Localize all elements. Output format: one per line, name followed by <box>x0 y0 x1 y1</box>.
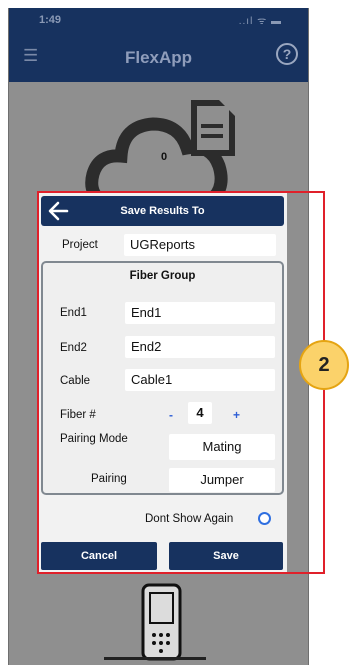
signal-wifi-battery-icon: ..ıl ᯤ ▬ <box>238 16 282 27</box>
status-time: 1:49 <box>39 14 62 26</box>
app-bar: ☰ FlexApp ? <box>9 32 308 82</box>
help-icon[interactable]: ? <box>276 43 298 65</box>
device-icon <box>139 583 184 661</box>
annotation-highlight-box <box>37 191 325 574</box>
app-title: FlexApp <box>124 48 193 67</box>
status-bar: 1:49 ..ıl ᯤ ▬ <box>9 8 308 32</box>
pending-count: 0 <box>160 151 168 163</box>
home-indicator <box>104 657 206 660</box>
annotation-step-badge: 2 <box>299 340 349 390</box>
